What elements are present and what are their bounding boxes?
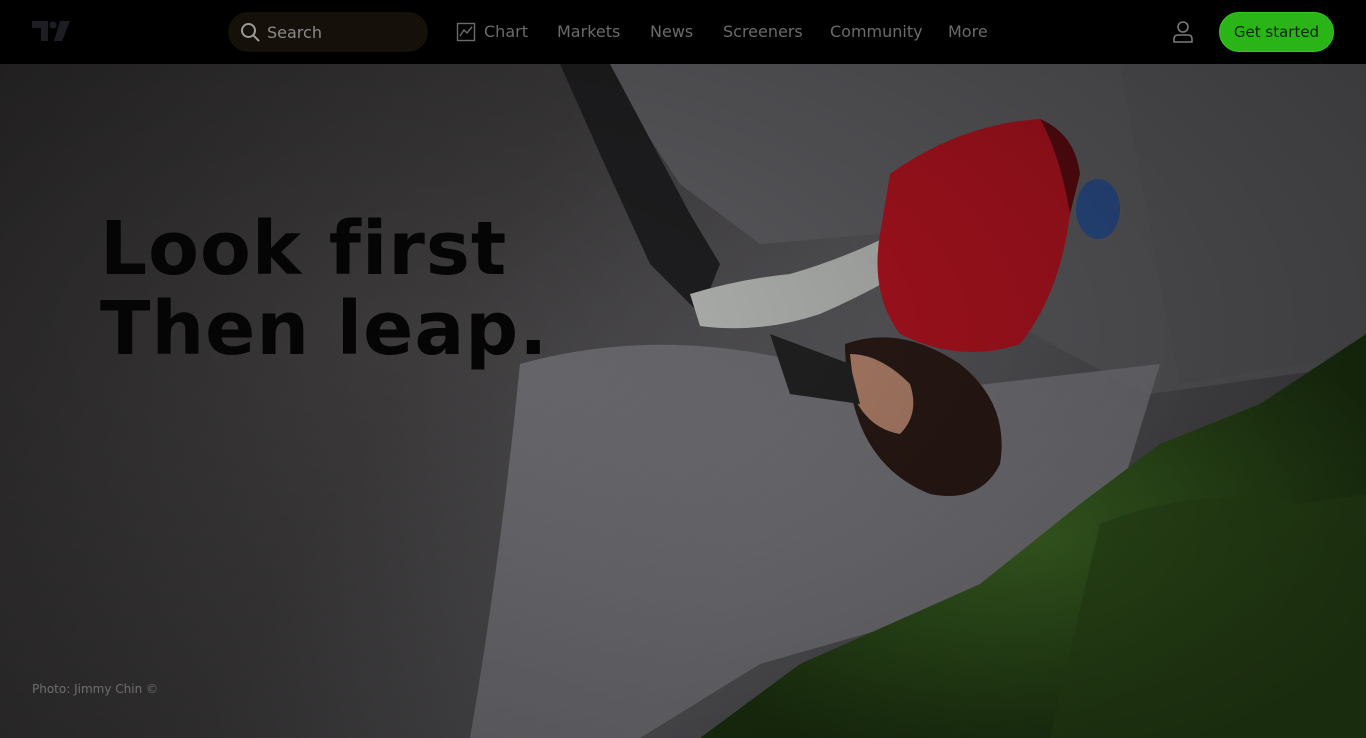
search-input[interactable]: Search (228, 12, 428, 52)
search-placeholder: Search (267, 22, 322, 42)
nav-screeners-link[interactable]: Screeners (723, 20, 803, 44)
hero-headline-line-2: Then leap. (100, 286, 549, 372)
hero-background-photo (0, 64, 1366, 738)
nav-chart-label: Chart (484, 22, 528, 41)
hero-headline-line-1: Look first (100, 206, 508, 292)
nav-chart-link[interactable]: Chart (456, 20, 528, 44)
get-started-button[interactable]: Get started (1219, 12, 1334, 52)
nav-news-link[interactable]: News (650, 20, 693, 44)
hero-section: Look first Then leap. Photo: Jimmy Chin … (0, 64, 1366, 738)
top-navigation-bar: Search Chart Markets News Screeners Comm… (0, 0, 1366, 64)
search-icon (241, 23, 260, 42)
chart-icon (456, 22, 476, 42)
nav-markets-link[interactable]: Markets (557, 20, 620, 44)
hero-headline: Look first Then leap. (100, 209, 548, 369)
photo-credit: Photo: Jimmy Chin © (32, 682, 158, 696)
nav-more-link[interactable]: More (948, 20, 988, 44)
nav-community-link[interactable]: Community (830, 20, 923, 44)
user-icon[interactable] (1172, 20, 1194, 44)
tradingview-logo-icon[interactable] (32, 21, 70, 41)
